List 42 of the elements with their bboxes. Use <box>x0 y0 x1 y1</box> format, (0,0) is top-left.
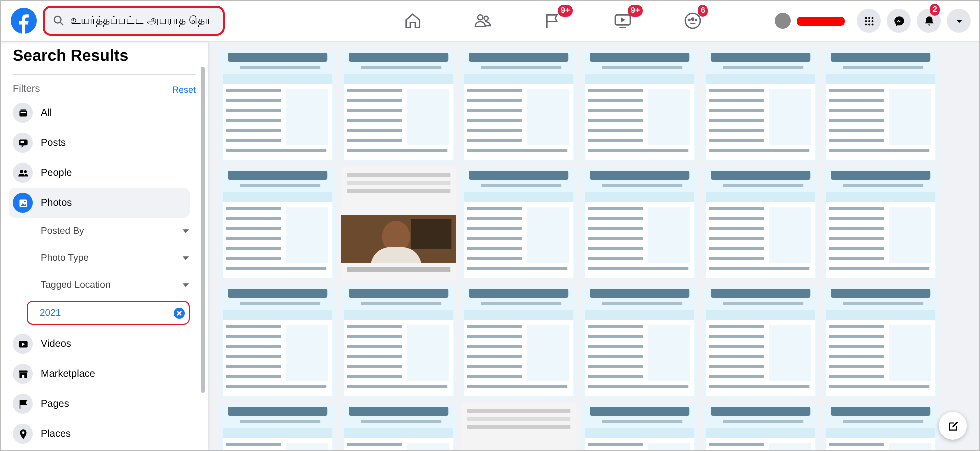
notification-badge: 9+ <box>558 5 574 17</box>
caret-icon <box>182 229 190 234</box>
search-field[interactable]: உயர்த்தப்பட்ட அபராத தொ <box>43 6 225 36</box>
filter-item[interactable]: Videos <box>9 329 190 359</box>
group-tab[interactable]: 6 <box>658 3 728 39</box>
filter-item[interactable]: Photos <box>9 188 190 218</box>
page-title: Search Results <box>13 42 196 75</box>
facebook-logo-icon <box>11 8 37 34</box>
home-icon <box>403 11 423 31</box>
notification-badge: 9+ <box>628 5 644 17</box>
messenger-icon <box>892 14 906 28</box>
group-icon <box>683 11 703 31</box>
photo-icon <box>16 196 30 210</box>
filter-dropdown[interactable]: Posted By <box>13 218 190 245</box>
menu-button[interactable] <box>857 9 881 33</box>
filter-item[interactable]: Marketplace <box>9 359 190 389</box>
filter-item[interactable]: All <box>9 98 190 128</box>
clear-icon <box>174 308 185 318</box>
filter-item[interactable]: People <box>9 158 190 188</box>
notification-badge: 2 <box>930 4 940 16</box>
caret-icon <box>182 256 190 261</box>
edit-icon <box>946 420 960 432</box>
selected-filter[interactable]: 2021 <box>27 301 190 325</box>
filter-dropdown[interactable]: Tagged Location <box>13 272 190 299</box>
scrollbar[interactable] <box>201 67 205 393</box>
messenger-button[interactable] <box>887 9 911 33</box>
flag-tab[interactable]: 9+ <box>518 3 588 39</box>
stack-icon <box>16 106 30 120</box>
filter-item[interactable]: Places <box>9 419 190 449</box>
filter-dropdown[interactable]: Photo Type <box>13 245 190 272</box>
menu-icon <box>862 14 876 28</box>
speech-bubble-icon <box>16 136 30 150</box>
section-heading: Filters <box>13 84 40 95</box>
bell-icon <box>922 14 936 28</box>
video-tab[interactable]: 9+ <box>588 3 658 39</box>
reset-link[interactable]: Reset <box>172 84 196 94</box>
caret-icon <box>182 283 190 288</box>
shop-icon <box>16 368 30 380</box>
filter-item[interactable]: Posts <box>9 128 190 158</box>
filter-item[interactable]: Pages <box>9 389 190 419</box>
notification-badge: 6 <box>698 5 708 17</box>
avatar[interactable] <box>775 13 791 29</box>
